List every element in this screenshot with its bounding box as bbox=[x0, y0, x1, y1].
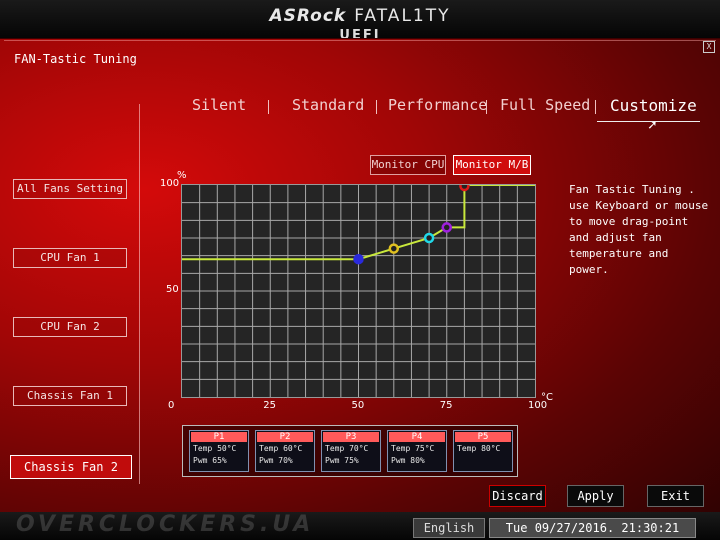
point-pwm: Pwm 65% bbox=[193, 456, 227, 465]
brand-logo: ASRock FATAL1TY bbox=[0, 6, 720, 26]
x-tick-label: 25 bbox=[263, 400, 276, 411]
point-pwm: Pwm 80% bbox=[391, 456, 425, 465]
point-temp: Temp 75°C bbox=[391, 444, 435, 453]
tab-silent[interactable]: Silent bbox=[192, 96, 246, 114]
top-bar: ASRock FATAL1TY UEFI bbox=[0, 0, 720, 39]
brand-name: ASRock bbox=[269, 6, 347, 26]
x-tick-label: 0 bbox=[168, 400, 175, 411]
monitor-cpu-button[interactable]: Monitor CPU bbox=[370, 155, 446, 175]
mouse-cursor-icon: ➚ bbox=[648, 118, 657, 134]
drag-point-p2[interactable] bbox=[388, 243, 400, 254]
watermark: OVERCLOCKERS.UA bbox=[16, 512, 315, 537]
product-name: FATAL1TY bbox=[354, 6, 451, 26]
monitor-mb-button[interactable]: Monitor M/B bbox=[453, 155, 531, 175]
point-name: P5 bbox=[455, 432, 511, 442]
drag-point-p1[interactable] bbox=[353, 253, 364, 265]
point-pwm: Pwm 70% bbox=[259, 456, 293, 465]
fan-curve-chart[interactable] bbox=[181, 184, 536, 398]
x-tick-label: 75 bbox=[439, 400, 453, 411]
page-title: FAN-Tastic Tuning bbox=[14, 52, 137, 66]
fan-cpu1-button[interactable]: CPU Fan 1 bbox=[13, 248, 127, 268]
fan-curve-svg[interactable] bbox=[182, 185, 535, 397]
point-name: P2 bbox=[257, 432, 313, 442]
y-tick-label: 50 bbox=[166, 284, 179, 295]
fan-all-button[interactable]: All Fans Setting bbox=[13, 179, 127, 199]
tab-separator bbox=[486, 100, 487, 114]
point-temp: Temp 50°C bbox=[193, 444, 237, 453]
point-temp: Temp 70°C bbox=[325, 444, 369, 453]
fan-chassis1-button[interactable]: Chassis Fan 1 bbox=[13, 386, 127, 406]
tab-full-speed[interactable]: Full Speed bbox=[500, 96, 590, 114]
exit-button[interactable]: Exit bbox=[647, 485, 704, 507]
point-temp: Temp 80°C bbox=[457, 444, 501, 453]
datetime-display: Tue 09/27/2016. 21:30:21 bbox=[489, 518, 696, 538]
firmware-label: UEFI bbox=[339, 28, 381, 38]
point-temp: Temp 60°C bbox=[259, 444, 303, 453]
tab-separator bbox=[595, 100, 596, 114]
tab-customize[interactable]: Customize bbox=[610, 96, 697, 115]
x-tick-label: 100 bbox=[528, 400, 548, 411]
x-tick-label: 50 bbox=[351, 400, 365, 411]
drag-point-p3[interactable] bbox=[423, 232, 435, 244]
help-text: Fan Tastic Tuning . use Keyboard or mous… bbox=[569, 183, 709, 276]
tab-standard[interactable]: Standard bbox=[292, 96, 364, 114]
drag-point-p5[interactable] bbox=[459, 185, 470, 192]
discard-button[interactable]: Discard bbox=[489, 485, 546, 507]
point-card-p3[interactable]: P3 Temp 70°C Pwm 75% bbox=[321, 430, 381, 472]
point-card-p2[interactable]: P2 Temp 60°C Pwm 70% bbox=[255, 430, 315, 472]
point-card-p5[interactable]: P5 Temp 80°C bbox=[453, 430, 513, 472]
points-panel: P1 Temp 50°C Pwm 65% P2 Temp 60°C Pwm 70… bbox=[182, 425, 518, 477]
drag-point-p4[interactable] bbox=[441, 222, 452, 233]
apply-button[interactable]: Apply bbox=[567, 485, 624, 507]
divider bbox=[139, 104, 140, 484]
point-name: P4 bbox=[389, 432, 445, 442]
fan-cpu2-button[interactable]: CPU Fan 2 bbox=[13, 317, 127, 337]
profile-tabs: Silent Standard Performance Full Speed C… bbox=[150, 96, 710, 124]
point-name: P3 bbox=[323, 432, 379, 442]
point-name: P1 bbox=[191, 432, 247, 442]
tab-separator bbox=[268, 100, 269, 114]
y-tick-label: 100 bbox=[160, 178, 180, 189]
point-card-p1[interactable]: P1 Temp 50°C Pwm 65% bbox=[189, 430, 249, 472]
close-button[interactable]: X bbox=[703, 41, 715, 53]
fan-chassis2-button[interactable]: Chassis Fan 2 bbox=[10, 455, 132, 479]
language-button[interactable]: English bbox=[413, 518, 485, 538]
tab-separator bbox=[376, 100, 377, 114]
point-card-p4[interactable]: P4 Temp 75°C Pwm 80% bbox=[387, 430, 447, 472]
point-pwm: Pwm 75% bbox=[325, 456, 359, 465]
tab-performance[interactable]: Performance bbox=[388, 96, 487, 114]
